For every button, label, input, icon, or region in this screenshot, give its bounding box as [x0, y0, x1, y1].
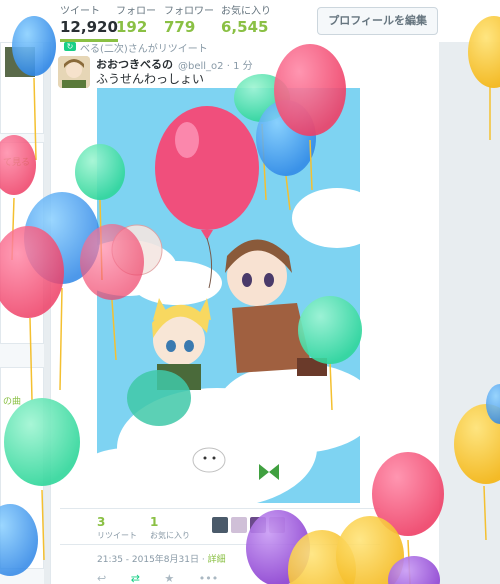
retweet-action-icon[interactable]: ⇄	[131, 572, 140, 584]
tweet-text: ふうせんわっしょい	[96, 72, 205, 86]
stat-followers[interactable]: フォロワー 779	[164, 6, 214, 36]
favorite-icon[interactable]: ★	[164, 572, 174, 584]
details-link[interactable]: 詳細	[208, 555, 226, 565]
twitter-profile-page: ツイート 12,920 フォロー 192 フォロワー 779 お気に入り 6,5…	[0, 0, 500, 584]
left-card-music-link[interactable]: の曲	[3, 394, 21, 407]
left-sidebar: て見る の曲	[0, 42, 44, 584]
illustration: B.OHTSUKI 2015.8.31	[97, 88, 360, 503]
divider-top	[60, 508, 380, 509]
favoriter-avatar[interactable]	[250, 517, 266, 533]
retweeted-by-line[interactable]: べる(二次)さんがリツイート	[80, 40, 208, 55]
stat-followers-value: 779	[164, 18, 196, 36]
left-card-link[interactable]: て見る	[3, 155, 30, 168]
artist-signature: B.OHTSUKI 2015.8.31	[105, 472, 236, 486]
profile-stats-bar: ツイート 12,920 フォロー 192 フォロワー 779 お気に入り 6,5…	[0, 0, 500, 43]
stat-tweets-label: ツイート	[60, 6, 100, 17]
left-thumbnail[interactable]	[5, 47, 35, 77]
stat-following[interactable]: フォロー 192	[116, 6, 156, 36]
stat-favorites[interactable]: お気に入り 6,545	[221, 6, 271, 36]
left-card-music: の曲	[0, 367, 44, 569]
retweet-count[interactable]: 3	[97, 515, 105, 529]
left-card-media	[0, 42, 44, 134]
stat-following-value: 192	[116, 18, 148, 36]
retweet-icon: ↻	[64, 42, 76, 51]
timestamp-text: 21:35 - 2015年8月31日 ·	[97, 555, 208, 565]
stat-favorites-value: 6,545	[221, 18, 269, 36]
stat-following-label: フォロー	[116, 6, 156, 17]
divider-bottom	[60, 544, 380, 545]
retweet-count-label: リツイート	[97, 531, 137, 540]
favorite-count[interactable]: 1	[150, 515, 158, 529]
favoriter-avatar[interactable]	[212, 517, 228, 533]
favoriter-avatar[interactable]	[231, 517, 247, 533]
tweet-photo[interactable]: B.OHTSUKI 2015.8.31	[97, 88, 360, 503]
favorite-count-label: お気に入り	[150, 531, 190, 540]
favoriter-avatar[interactable]	[269, 517, 285, 533]
avatar[interactable]	[58, 56, 90, 88]
tweet-action-icons: ↩ ⇄ ★ •••	[97, 572, 218, 584]
stat-tweets[interactable]: ツイート 12,920	[60, 6, 118, 42]
right-gutter	[439, 42, 500, 584]
avatar-image	[58, 56, 90, 88]
left-card-trends: て見る	[0, 142, 44, 344]
stat-favorites-label: お気に入り	[221, 6, 271, 17]
more-icon[interactable]: •••	[199, 572, 218, 584]
tweet-timestamp: 21:35 - 2015年8月31日 · 詳細	[97, 552, 226, 565]
reply-icon[interactable]: ↩	[97, 572, 106, 584]
stat-tweets-value: 12,920	[60, 18, 118, 36]
favoriter-avatars	[212, 517, 288, 537]
stat-followers-label: フォロワー	[164, 6, 214, 17]
edit-profile-button[interactable]: プロフィールを編集	[317, 7, 438, 35]
